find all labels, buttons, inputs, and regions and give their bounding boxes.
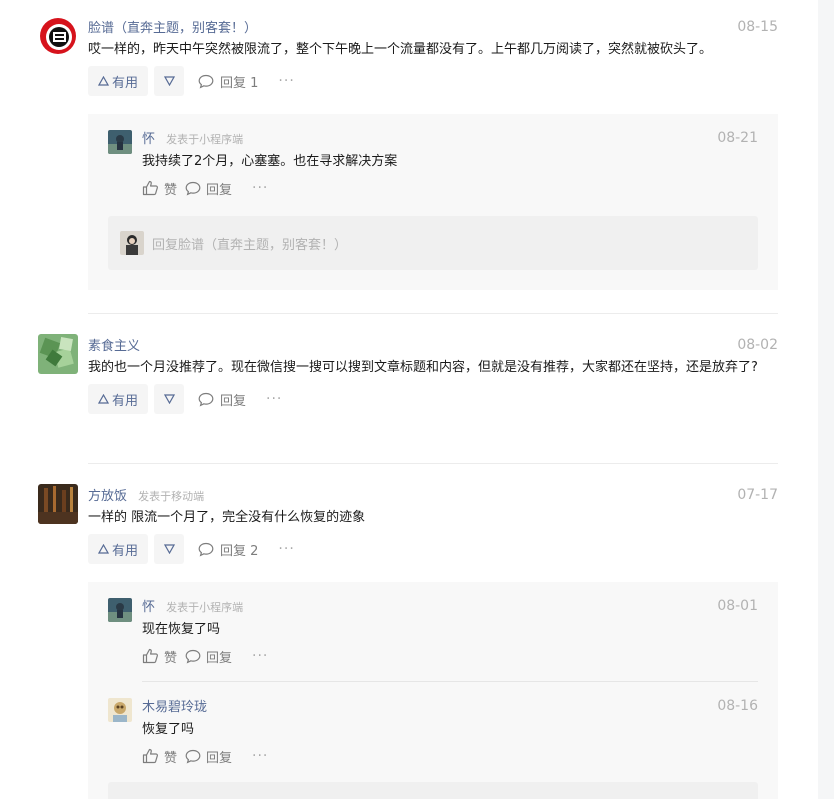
like-button[interactable]: 赞 — [142, 647, 177, 666]
reply-input[interactable]: 回复脸谱（直奔主题，别客套！） — [108, 216, 758, 270]
comment-item: 脸谱（直奔主题，别客套！） 08-15 哎一样的，昨天中午突然被限流了，整个下午… — [38, 16, 778, 106]
avatar — [120, 231, 144, 255]
comment-text: 哎一样的，昨天中午突然被限流了，整个下午晚上一个流量都没有了。上午都几万阅读了，… — [88, 42, 713, 57]
more-button[interactable]: ··· — [252, 180, 268, 196]
comment-author[interactable]: 脸谱（直奔主题，别客套！） — [88, 21, 257, 36]
useful-button[interactable]: 有用 — [88, 534, 149, 564]
reply-label: 回复 — [220, 393, 247, 409]
comment-text: 一样的 限流一个月了，完全没有什么恢复的迹象 — [88, 510, 366, 525]
like-label: 赞 — [164, 182, 178, 198]
triangle-up-icon — [98, 544, 109, 554]
thumbs-up-icon — [142, 748, 158, 764]
reply-button[interactable]: 回复 — [185, 647, 232, 666]
more-button[interactable]: ··· — [252, 648, 268, 664]
speech-bubble-icon — [198, 392, 214, 407]
reply-label: 回复 2 — [220, 543, 259, 559]
reply-item: 怀 发表于小程序端 08-01 现在恢复了吗 赞 回复 ··· — [108, 596, 758, 668]
comment-item: 素食主义 08-02 我的也一个月没推荐了。现在微信搜一搜可以搜到文章标题和内容… — [38, 334, 778, 444]
reply-date: 08-16 — [717, 698, 758, 714]
reply-button[interactable]: 回复 1 — [198, 72, 258, 91]
comment-item: 方放饭 发表于移动端 07-17 一样的 限流一个月了，完全没有什么恢复的迹象 … — [38, 484, 778, 574]
speech-bubble-icon — [198, 542, 214, 557]
reply-date: 08-21 — [717, 130, 758, 146]
avatar[interactable] — [108, 130, 132, 154]
like-button[interactable]: 赞 — [142, 747, 177, 766]
speech-bubble-icon — [185, 649, 201, 664]
not-useful-button[interactable] — [154, 66, 185, 96]
post-source: 发表于小程序端 — [166, 601, 244, 614]
comment-author[interactable]: 方放饭 — [88, 489, 127, 504]
thumbs-up-icon — [142, 180, 158, 196]
reply-text: 我持续了2个月，心塞塞。也在寻求解决方案 — [142, 154, 398, 169]
useful-button[interactable]: 有用 — [88, 66, 149, 96]
speech-bubble-icon — [185, 749, 201, 764]
triangle-down-icon — [163, 394, 175, 404]
speech-bubble-icon — [198, 74, 214, 89]
reply-label: 回复 1 — [220, 75, 259, 91]
comment-date: 08-02 — [737, 337, 778, 353]
replies-panel: 怀 发表于小程序端 08-21 我持续了2个月，心塞塞。也在寻求解决方案 赞 回… — [88, 114, 778, 290]
useful-label: 有用 — [112, 75, 139, 91]
reply-input-placeholder: 回复脸谱（直奔主题，别客套！） — [152, 237, 348, 253]
speech-bubble-icon — [185, 181, 201, 196]
reply-button[interactable]: 回复 2 — [198, 540, 258, 559]
comment-date: 08-15 — [737, 19, 778, 35]
not-useful-button[interactable] — [154, 534, 185, 564]
post-source: 发表于小程序端 — [166, 133, 244, 146]
reply-label: 回复 — [206, 182, 233, 198]
reply-label: 回复 — [206, 650, 233, 666]
reply-text: 恢复了吗 — [142, 722, 195, 737]
avatar[interactable] — [38, 484, 78, 524]
useful-button[interactable]: 有用 — [88, 384, 149, 414]
comment-divider — [88, 313, 778, 314]
replies-panel: 怀 发表于小程序端 08-01 现在恢复了吗 赞 回复 ··· 木易碧玲珑 08… — [88, 582, 778, 799]
reply-button[interactable]: 回复 — [198, 390, 246, 409]
post-source: 发表于移动端 — [138, 490, 205, 503]
reply-button[interactable]: 回复 — [185, 747, 232, 766]
reply-author[interactable]: 怀 — [142, 600, 155, 615]
avatar[interactable] — [38, 334, 78, 374]
triangle-down-icon — [163, 544, 175, 554]
useful-label: 有用 — [112, 543, 139, 559]
like-button[interactable]: 赞 — [142, 179, 177, 198]
avatar[interactable] — [108, 698, 132, 722]
avatar[interactable] — [108, 598, 132, 622]
page-right-margin — [818, 0, 834, 799]
not-useful-button[interactable] — [154, 384, 185, 414]
triangle-down-icon — [163, 76, 175, 86]
reply-item: 木易碧玲珑 08-16 恢复了吗 赞 回复 ··· — [108, 696, 758, 768]
reply-button[interactable]: 回复 — [185, 179, 232, 198]
more-button[interactable]: ··· — [266, 391, 282, 407]
thumbs-up-icon — [142, 648, 158, 664]
comment-divider — [88, 463, 778, 464]
reply-date: 08-01 — [717, 598, 758, 614]
more-button[interactable]: ··· — [278, 73, 294, 89]
useful-label: 有用 — [112, 393, 139, 409]
avatar[interactable] — [38, 16, 78, 56]
triangle-up-icon — [98, 76, 109, 86]
more-button[interactable]: ··· — [252, 748, 268, 764]
reply-label: 回复 — [206, 750, 233, 766]
more-button[interactable]: ··· — [278, 541, 294, 557]
comment-text: 我的也一个月没推荐了。现在微信搜一搜可以搜到文章标题和内容，但就是没有推荐，大家… — [88, 360, 758, 375]
like-label: 赞 — [164, 750, 178, 766]
like-label: 赞 — [164, 650, 178, 666]
comment-author[interactable]: 素食主义 — [88, 339, 140, 354]
reply-author[interactable]: 怀 — [142, 132, 155, 147]
comment-date: 07-17 — [737, 487, 778, 503]
reply-author[interactable]: 木易碧玲珑 — [142, 700, 207, 715]
reply-input[interactable] — [108, 782, 758, 799]
reply-item: 怀 发表于小程序端 08-21 我持续了2个月，心塞塞。也在寻求解决方案 赞 回… — [108, 128, 758, 200]
reply-divider — [142, 681, 758, 682]
triangle-up-icon — [98, 394, 109, 404]
reply-text: 现在恢复了吗 — [142, 622, 221, 637]
